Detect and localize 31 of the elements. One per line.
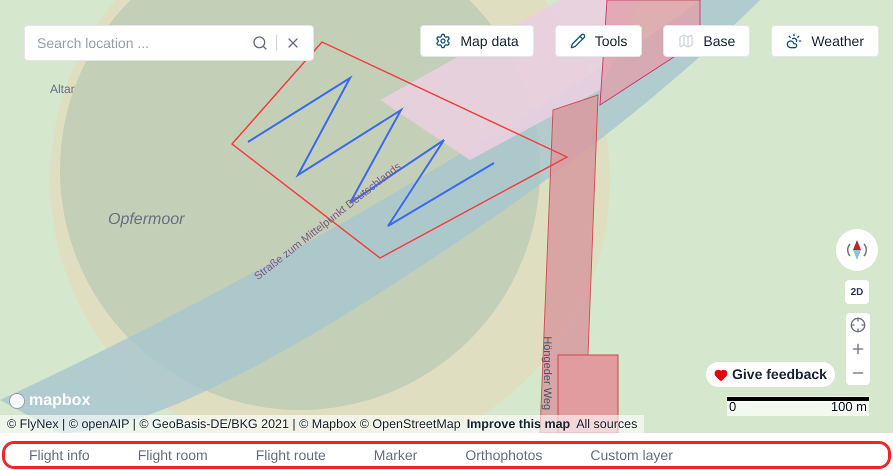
search-field[interactable]: Search location ... <box>24 25 314 61</box>
pencil-icon <box>570 33 586 49</box>
zoom-in-icon[interactable] <box>850 341 866 357</box>
improve-map-link[interactable]: Improve this map <box>466 414 570 433</box>
feedback-button[interactable]: Give feedback <box>706 362 835 387</box>
toolbar-button[interactable]: Tools <box>554 25 642 57</box>
toolbar-button[interactable]: Weather <box>771 25 879 57</box>
gear-icon <box>435 33 452 49</box>
scale-label: 100 m <box>830 398 867 416</box>
toolbar-button[interactable]: Base <box>663 25 750 57</box>
map-label: Altar <box>50 81 75 98</box>
map-icon <box>678 33 694 49</box>
heart-icon <box>714 368 728 382</box>
sources-link[interactable]: All sources <box>576 414 638 433</box>
locate-icon[interactable] <box>850 317 866 333</box>
search-icon[interactable] <box>252 35 268 51</box>
tab[interactable]: Flight route <box>256 448 374 462</box>
toolbar-button[interactable]: Map data <box>420 25 534 57</box>
tab[interactable]: Flight info <box>29 448 138 462</box>
tab[interactable]: Marker <box>374 448 466 462</box>
map-label: Opfermoor <box>108 210 184 230</box>
tab[interactable]: Flight room <box>138 448 256 462</box>
weather-icon <box>786 33 802 49</box>
scale-label: 0 <box>729 398 736 416</box>
road-label: Höngeder Weg <box>540 336 554 410</box>
tab[interactable]: Orthophotos <box>465 448 590 462</box>
attribution-text: © FlyNex | © openAIP | © GeoBasis-DE/BKG 2021 | © Mapbox © OpenStreetMap <box>7 416 461 433</box>
tab[interactable]: Custom layer <box>590 448 721 462</box>
view-mode-button[interactable]: 2D <box>845 280 869 304</box>
logo-text: mapbox <box>29 391 90 411</box>
search-input[interactable]: Search location ... <box>37 32 244 54</box>
